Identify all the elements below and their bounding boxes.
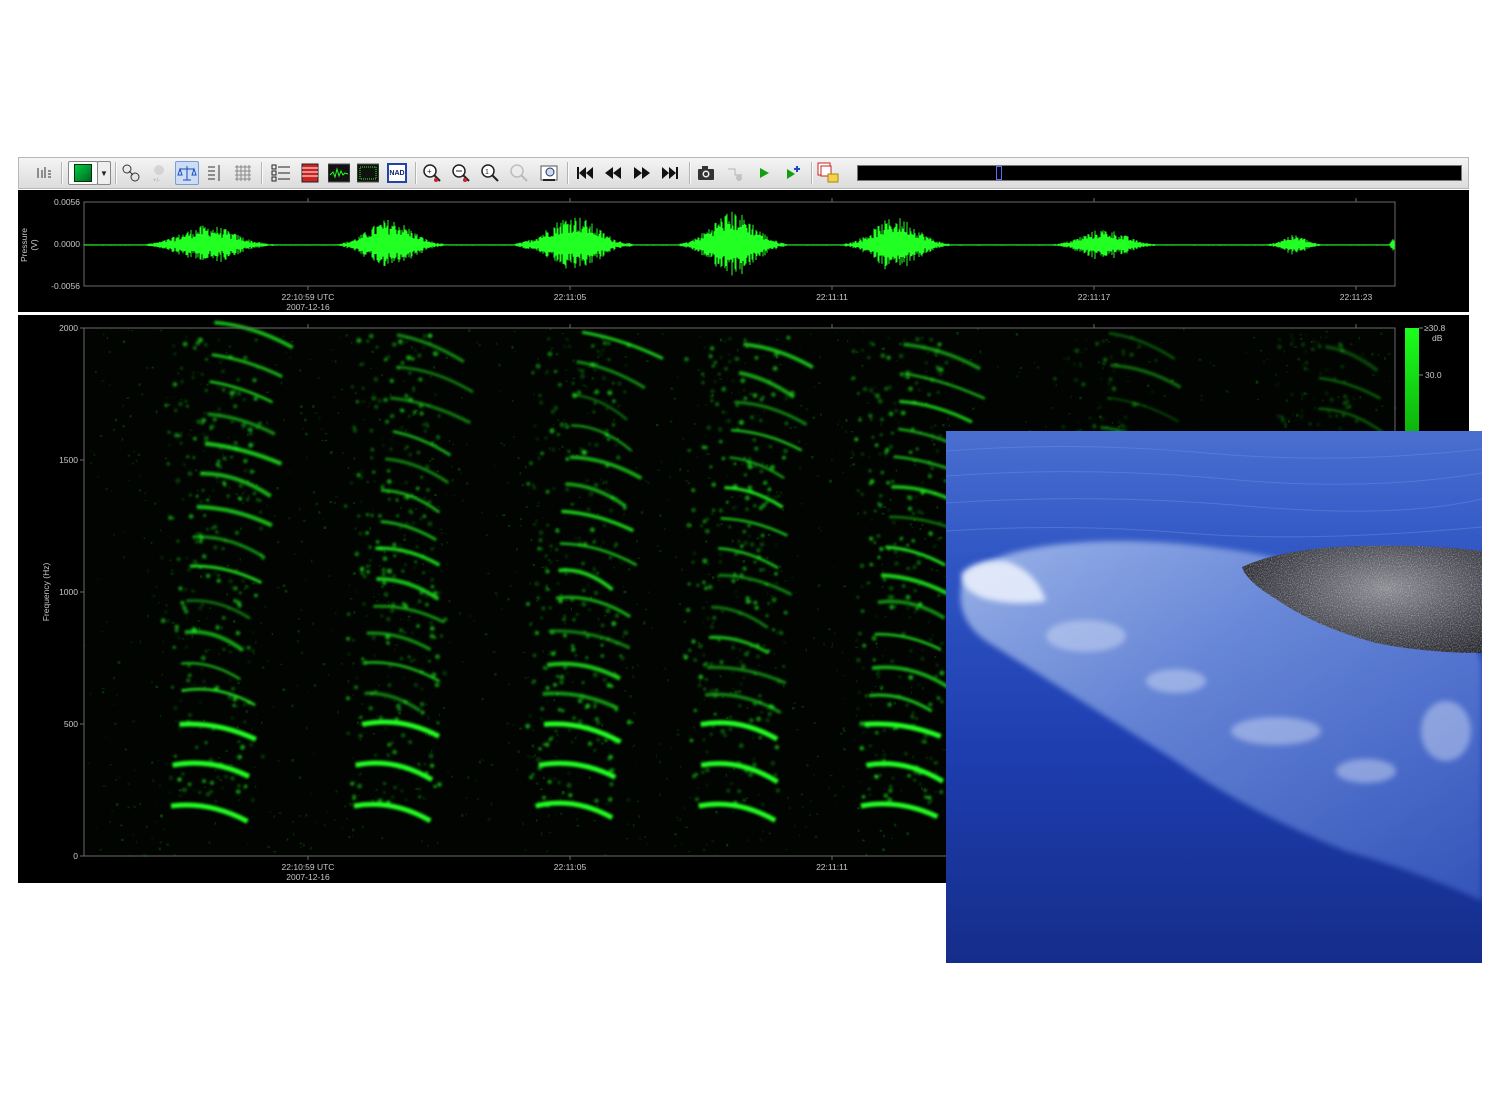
checklist-icon [271,164,290,182]
export-button[interactable] [816,161,840,185]
waveform-panel: 0.0056 0.0000 -0.0056 Pressure (V) 22:10… [18,190,1469,312]
spec-ytick-1000: 1000 [59,587,78,597]
waveform-plot[interactable]: 0.0056 0.0000 -0.0056 Pressure (V) 22:10… [18,190,1469,312]
zoom-fit-icon: 1 [481,164,499,182]
colorbar-unit-label: dB [1432,333,1443,343]
spec-date-label: 2007-12-16 [286,872,330,882]
colormap-dropdown[interactable]: ▼ [97,161,111,185]
wave-ylabel-line1: Pressure [19,228,29,262]
colorbar [1405,328,1419,448]
loop-button[interactable] [723,161,747,185]
spec-ytick-0: 0 [73,851,78,861]
zoom-settings-icon [540,165,558,181]
zoom-selection-button[interactable] [507,161,531,185]
spec-ylabel: Frequency (Hz) [41,563,51,622]
colormap-button[interactable] [68,161,98,185]
wave-ytick-bottom: -0.0056 [51,281,80,291]
svg-text:1: 1 [485,169,489,176]
wave-date-label: 2007-12-16 [286,302,330,312]
loop-icon [728,168,742,181]
gain-button[interactable]: +/- [147,161,171,185]
nad-icon: NAD [387,163,407,183]
wave-xtick-2: 22:11:11 [816,292,848,302]
zoom-out-icon [452,164,470,182]
gain-icon: +/- [153,165,164,183]
spec-xtick-2: 22:11:11 [816,862,848,872]
colorbar-tick-label: 30.0 [1425,370,1442,380]
waveform-view-button[interactable] [327,161,351,185]
link-icon [122,164,140,182]
wave-ylabel-line2: (V) [29,239,39,251]
fast-forward-button[interactable] [630,161,654,185]
navigator-thumb[interactable] [996,166,1002,180]
spec-xtick-0: 22:10:59 UTC [282,862,335,872]
balance-icon [177,166,197,181]
skip-start-icon [577,167,593,179]
play-button[interactable] [752,161,776,185]
wave-xtick-4: 22:11:23 [1340,292,1373,302]
rewind-button[interactable] [601,161,625,185]
rewind-icon [605,167,621,179]
waveform-signal [83,211,1395,276]
wave-xtick-0: 22:10:59 UTC [282,292,335,302]
toolbar: ▼ +/- NAD + 1 [18,157,1469,189]
balance-button[interactable] [175,161,199,185]
zoom-in-button[interactable]: + [420,161,444,185]
chevron-down-icon: ▼ [100,168,108,178]
grid-icon [235,165,251,181]
channel-list-button[interactable] [32,161,56,185]
table-button[interactable] [298,161,322,185]
spec-ytick-1500: 1500 [59,455,78,465]
zoom-selection-icon [510,164,528,182]
wave-ytick-top: 0.0056 [54,197,80,207]
spectrogram-view-button[interactable] [356,161,380,185]
timeline-navigator[interactable] [857,165,1462,181]
skip-end-button[interactable] [659,161,683,185]
wave-xtick-1: 22:11:05 [554,292,587,302]
svg-text:+/-: +/- [153,178,160,183]
scale-button[interactable] [203,161,227,185]
link-button[interactable] [119,161,143,185]
zoom-in-icon: + [423,164,441,182]
play-selection-button[interactable] [781,161,805,185]
skip-end-icon [662,167,678,179]
whale-photo [946,431,1482,963]
svg-text:+: + [427,167,432,176]
grid-button[interactable] [231,161,255,185]
play-plus-icon [787,166,800,179]
spec-ytick-2000: 2000 [59,323,78,333]
bars-icon [37,167,51,178]
spectrogram-icon [357,163,379,183]
colorbar-max-label: ≥30.8 [1424,323,1445,333]
zoom-out-button[interactable] [449,161,473,185]
fast-forward-icon [634,167,650,179]
wave-ytick-mid: 0.0000 [54,239,80,249]
nad-button[interactable]: NAD [385,161,409,185]
skip-start-button[interactable] [572,161,596,185]
play-icon [760,168,769,178]
export-icon [817,162,839,183]
zoom-fit-button[interactable]: 1 [478,161,502,185]
scale-icon [208,165,220,181]
spec-xtick-1: 22:11:05 [554,862,587,872]
green-square-icon [74,164,92,182]
spec-ytick-500: 500 [64,719,78,729]
camera-icon [698,166,714,180]
zoom-settings-button[interactable] [537,161,561,185]
waveform-icon [328,163,350,183]
snapshot-button[interactable] [694,161,718,185]
wave-xtick-3: 22:11:17 [1078,292,1111,302]
table-icon [301,163,319,183]
checklist-button[interactable] [269,161,293,185]
